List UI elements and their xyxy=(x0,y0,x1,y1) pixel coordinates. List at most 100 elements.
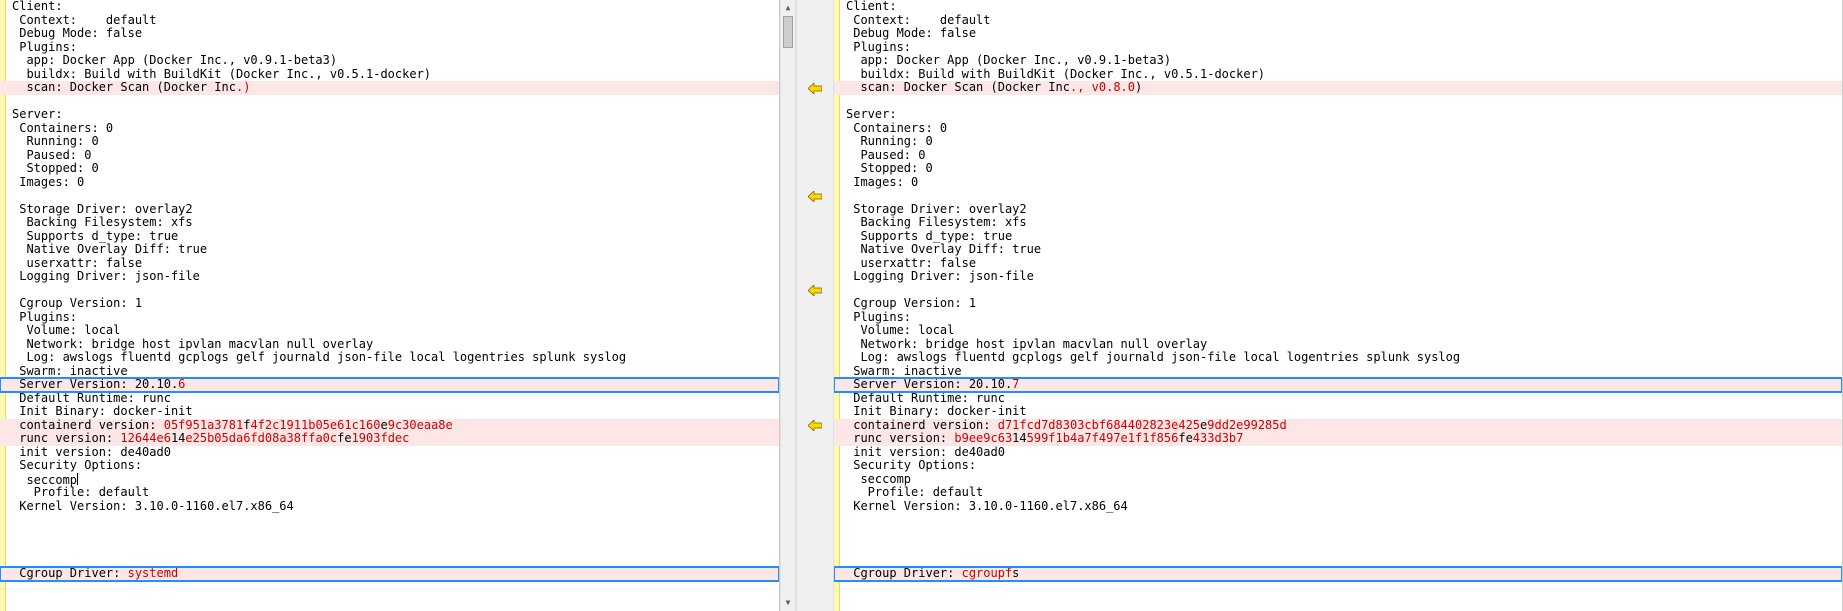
diff-changed-text: 9dd2e99285d xyxy=(1207,418,1286,432)
left-line[interactable]: Server: xyxy=(0,108,779,122)
left-line[interactable]: Backing Filesystem: xfs xyxy=(0,216,779,230)
left-line[interactable]: app: Docker App (Docker Inc., v0.9.1-bet… xyxy=(0,54,779,68)
right-line[interactable] xyxy=(834,95,1842,109)
right-line[interactable]: Server: xyxy=(834,108,1842,122)
right-line[interactable]: Backing Filesystem: xfs xyxy=(834,216,1842,230)
left-line[interactable]: Server Version: 20.10.6 xyxy=(0,378,779,392)
left-text-area[interactable]: Client: Context: default Debug Mode: fal… xyxy=(0,0,779,513)
right-line[interactable]: Storage Driver: overlay2 xyxy=(834,203,1842,217)
right-line[interactable]: runc version: b9ee9c6314599f1b4a7f497e1f… xyxy=(834,432,1842,446)
right-line[interactable]: Client: xyxy=(834,0,1842,14)
diff-changed-text: 599f1b4a7f497e1f1f856 xyxy=(1027,431,1179,445)
right-line[interactable]: Kernel Version: 3.10.0-1160.el7.x86_64 xyxy=(834,500,1842,514)
left-line[interactable]: Profile: default xyxy=(0,486,779,500)
left-line[interactable]: Kernel Version: 3.10.0-1160.el7.x86_64 xyxy=(0,500,779,514)
left-line[interactable]: scan: Docker Scan (Docker Inc.) xyxy=(0,81,779,95)
scroll-down-arrow-icon[interactable]: ▼ xyxy=(781,595,795,611)
left-line[interactable]: userxattr: false xyxy=(0,257,779,271)
right-line[interactable]: Stopped: 0 xyxy=(834,162,1842,176)
right-line[interactable]: Context: default xyxy=(834,14,1842,28)
right-line[interactable]: Log: awslogs fluentd gcplogs gelf journa… xyxy=(834,351,1842,365)
left-line[interactable]: Logging Driver: json-file xyxy=(0,270,779,284)
left-line[interactable]: Default Runtime: runc xyxy=(0,392,779,406)
left-pane[interactable]: Client: Context: default Debug Mode: fal… xyxy=(0,0,780,611)
diff-changed-text: 7 xyxy=(1012,377,1019,391)
right-line[interactable]: seccomp xyxy=(834,473,1842,487)
right-line[interactable]: Swarm: inactive xyxy=(834,365,1842,379)
left-line[interactable]: runc version: 12644e614e25b05da6fd08a38f… xyxy=(0,432,779,446)
left-line[interactable]: Init Binary: docker-init xyxy=(0,405,779,419)
right-line[interactable]: userxattr: false xyxy=(834,257,1842,271)
left-line[interactable]: Context: default xyxy=(0,14,779,28)
diff-changed-text: 1903fdec xyxy=(352,431,410,445)
right-line[interactable]: Plugins: xyxy=(834,41,1842,55)
right-line[interactable]: Plugins: xyxy=(834,311,1842,325)
right-line[interactable]: Volume: local xyxy=(834,324,1842,338)
right-line[interactable]: Cgroup Version: 1 xyxy=(834,297,1842,311)
diff-changed-text: 9c30eaa8e xyxy=(388,418,453,432)
left-line[interactable]: Debug Mode: false xyxy=(0,27,779,41)
right-line[interactable]: Containers: 0 xyxy=(834,122,1842,136)
diff-changed-text: ., v0.8.0 xyxy=(1070,80,1135,94)
left-line[interactable] xyxy=(0,95,779,109)
text-cursor xyxy=(77,473,78,485)
right-line[interactable]: buildx: Build with BuildKit (Docker Inc.… xyxy=(834,68,1842,82)
left-line[interactable]: buildx: Build with BuildKit (Docker Inc.… xyxy=(0,68,779,82)
right-line[interactable]: Server Version: 20.10.7 xyxy=(834,378,1842,392)
right-line[interactable]: Network: bridge host ipvlan macvlan null… xyxy=(834,338,1842,352)
right-line[interactable]: scan: Docker Scan (Docker Inc., v0.8.0) xyxy=(834,81,1842,95)
left-line[interactable]: Native Overlay Diff: true xyxy=(0,243,779,257)
diff-changed-text: cgroupf xyxy=(962,566,1013,580)
right-line[interactable]: Logging Driver: json-file xyxy=(834,270,1842,284)
left-line[interactable]: Log: awslogs fluentd gcplogs gelf journa… xyxy=(0,351,779,365)
copy-left-arrow-icon[interactable] xyxy=(808,190,822,202)
left-line[interactable]: Containers: 0 xyxy=(0,122,779,136)
scroll-up-arrow-icon[interactable]: ▲ xyxy=(781,0,795,16)
left-line[interactable]: Supports d_type: true xyxy=(0,230,779,244)
left-line[interactable]: Running: 0 xyxy=(0,135,779,149)
diff-changed-text: 6 xyxy=(178,377,185,391)
left-line[interactable]: Network: bridge host ipvlan macvlan null… xyxy=(0,338,779,352)
left-line[interactable]: Paused: 0 xyxy=(0,149,779,163)
left-line[interactable]: Volume: local xyxy=(0,324,779,338)
right-text-area[interactable]: Client: Context: default Debug Mode: fal… xyxy=(834,0,1842,513)
vertical-scrollbar[interactable]: ▲ ▼ xyxy=(780,0,796,611)
right-pane[interactable]: Client: Context: default Debug Mode: fal… xyxy=(834,0,1843,611)
right-line[interactable]: init version: de40ad0 xyxy=(834,446,1842,460)
copy-left-arrow-icon[interactable] xyxy=(808,285,822,297)
scrollbar-thumb[interactable] xyxy=(783,16,793,48)
copy-left-arrow-icon[interactable] xyxy=(808,420,822,432)
left-line[interactable]: Images: 0 xyxy=(0,176,779,190)
right-line[interactable]: Paused: 0 xyxy=(834,149,1842,163)
left-line[interactable]: containerd version: 05f951a3781f4f2c1911… xyxy=(0,419,779,433)
left-line[interactable]: Swarm: inactive xyxy=(0,365,779,379)
right-line[interactable]: Profile: default xyxy=(834,486,1842,500)
copy-left-arrow-icon[interactable] xyxy=(808,82,822,94)
left-line[interactable]: Security Options: xyxy=(0,459,779,473)
right-line[interactable]: Images: 0 xyxy=(834,176,1842,190)
right-line[interactable]: Default Runtime: runc xyxy=(834,392,1842,406)
right-line[interactable]: Running: 0 xyxy=(834,135,1842,149)
right-line[interactable]: Debug Mode: false xyxy=(834,27,1842,41)
left-line[interactable]: Stopped: 0 xyxy=(0,162,779,176)
left-line[interactable]: seccomp xyxy=(0,473,779,487)
left-line[interactable]: Storage Driver: overlay2 xyxy=(0,203,779,217)
diff-changed-text: 4f2c1911b05e61c160 xyxy=(250,418,380,432)
left-line[interactable]: init version: de40ad0 xyxy=(0,446,779,460)
right-line[interactable]: Cgroup Driver: cgroupfs xyxy=(834,567,1842,581)
right-line[interactable]: containerd version: d71fcd7d8303cbf68440… xyxy=(834,419,1842,433)
diff-changed-text: cd7d8303cbf684402823e425 xyxy=(1027,418,1200,432)
diff-changed-text: .) xyxy=(236,80,250,94)
right-line[interactable]: Init Binary: docker-init xyxy=(834,405,1842,419)
diff-view-container: Client: Context: default Debug Mode: fal… xyxy=(0,0,1843,611)
left-line[interactable]: Plugins: xyxy=(0,311,779,325)
left-line[interactable]: Plugins: xyxy=(0,41,779,55)
left-line[interactable]: Cgroup Version: 1 xyxy=(0,297,779,311)
right-line[interactable]: Native Overlay Diff: true xyxy=(834,243,1842,257)
right-line[interactable]: Security Options: xyxy=(834,459,1842,473)
right-line[interactable]: Supports d_type: true xyxy=(834,230,1842,244)
left-line[interactable]: Cgroup Driver: systemd xyxy=(0,567,779,581)
right-line[interactable]: app: Docker App (Docker Inc., v0.9.1-bet… xyxy=(834,54,1842,68)
left-line[interactable]: Client: xyxy=(0,0,779,14)
diff-changed-text: 433d3b7 xyxy=(1193,431,1244,445)
